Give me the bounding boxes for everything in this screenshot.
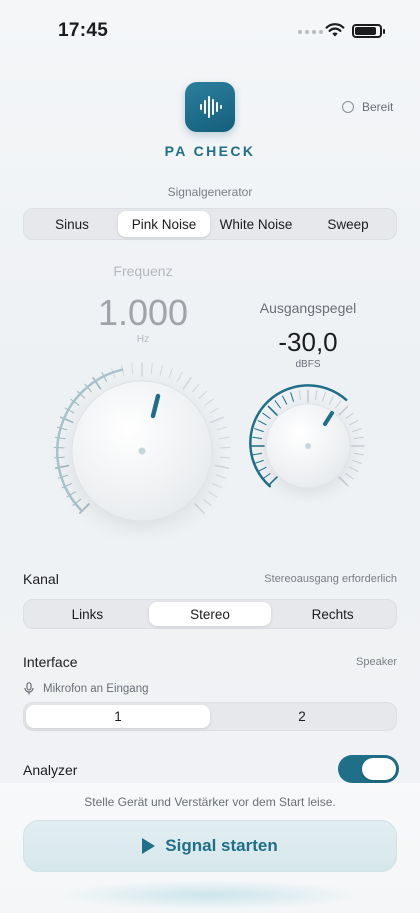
scale-tick (262, 412, 271, 419)
scale-tick (218, 436, 230, 440)
scale-tick (254, 428, 264, 432)
scale-tick (352, 460, 362, 464)
wifi-icon (325, 23, 345, 37)
segment-white-noise[interactable]: White Noise (210, 211, 302, 237)
segment-sweep[interactable]: Sweep (302, 211, 394, 237)
segment-sinus[interactable]: Sinus (26, 211, 118, 237)
scale-tick (290, 392, 294, 402)
scale-tick (150, 363, 153, 374)
interface-label: Interface (23, 654, 78, 670)
scale-tick (252, 452, 263, 456)
scale-tick (254, 460, 264, 464)
scale-tick (215, 474, 227, 479)
analyzer-toggle-thumb (362, 758, 396, 780)
segment-input-2[interactable]: 2 (210, 705, 394, 728)
scale-tick (194, 503, 205, 514)
scale-tick (202, 498, 212, 506)
scale-tick (335, 400, 342, 409)
scale-tick (252, 436, 263, 440)
mic-input-label: Mikrofon an Eingang (43, 682, 149, 695)
status-time: 17:45 (58, 20, 109, 41)
channel-note: Stereoausgang erforderlich (264, 573, 397, 585)
scale-tick (216, 426, 228, 431)
frequency-unit: Hz (136, 334, 150, 345)
signal-dots-icon (298, 30, 323, 34)
status-label: Bereit (362, 100, 394, 114)
signal-generator-label: Signalgenerator (167, 185, 253, 199)
battery-icon (352, 24, 385, 38)
scale-tick (56, 426, 68, 431)
scale-tick (345, 473, 354, 480)
channel-label: Kanal (23, 571, 59, 587)
analyzer-label: Analyzer (23, 762, 78, 778)
signal-type-segmented-control: Sinus Pink Noise White Noise Sweep (23, 208, 397, 240)
segment-rechts[interactable]: Rechts (271, 602, 394, 626)
scale-tick (209, 407, 220, 414)
scale-tick (267, 476, 278, 487)
segment-links[interactable]: Links (26, 602, 149, 626)
scale-tick (176, 372, 183, 382)
scale-tick (349, 420, 359, 426)
scale-tick (298, 390, 302, 401)
status-indicator: Bereit (342, 100, 393, 114)
scale-tick (352, 428, 362, 432)
scale-tick (349, 466, 359, 472)
analyzer-toggle[interactable] (338, 755, 399, 783)
scale-tick (328, 395, 334, 405)
start-signal-button[interactable]: Signal starten (23, 820, 397, 872)
scale-tick (353, 452, 364, 456)
output-level-value: -30,0 (278, 327, 338, 357)
segment-input-1[interactable]: 1 (26, 705, 210, 728)
output-level-knob[interactable] (243, 380, 373, 502)
scale-tick (338, 476, 349, 487)
scale-tick (182, 376, 192, 390)
volume-hint: Stelle Gerät und Verstärker vor dem Star… (84, 795, 336, 809)
scale-tick (282, 395, 288, 405)
segment-pink-noise[interactable]: Pink Noise (118, 211, 210, 237)
segment-stereo[interactable]: Stereo (148, 602, 272, 626)
scale-tick (314, 390, 318, 401)
channel-segmented-control: Links Stereo Rechts (23, 599, 397, 629)
scale-tick (168, 367, 173, 379)
app-logo (185, 82, 235, 132)
scale-tick (192, 383, 200, 393)
scale-tick (353, 436, 364, 440)
microphone-icon (24, 682, 34, 695)
scale-tick (322, 392, 326, 402)
scale-tick (214, 464, 230, 469)
scale-tick (257, 466, 267, 472)
scale-tick (212, 483, 223, 489)
scale-tick (131, 363, 134, 374)
waveform-icon (200, 96, 222, 118)
scale-tick (210, 416, 225, 424)
play-icon (142, 838, 156, 854)
scale-tick (267, 405, 278, 416)
frequency-knob[interactable] (40, 350, 246, 540)
home-indicator-glow (60, 880, 360, 910)
scale-tick (338, 405, 349, 416)
frequency-label: Frequenz (113, 263, 173, 279)
scale-tick (208, 491, 218, 498)
scale-tick (262, 473, 271, 480)
interface-value: Speaker (356, 656, 397, 668)
scale-tick (198, 390, 208, 399)
output-level-label: Ausgangspegel (259, 300, 357, 316)
status-circle-icon (342, 101, 354, 113)
scale-tick (274, 400, 281, 409)
scale-tick (204, 398, 214, 406)
start-signal-label: Signal starten (165, 836, 278, 855)
input-segmented-control: 1 2 (23, 702, 397, 731)
scale-tick (257, 420, 267, 426)
scale-tick (219, 456, 231, 459)
scale-tick (53, 456, 65, 459)
app-title: PA CHECK (164, 143, 256, 159)
frequency-value: 1.000 (97, 292, 189, 333)
output-level-unit: dBFS (295, 359, 321, 370)
scale-tick (159, 364, 163, 376)
scale-tick (345, 412, 354, 419)
scale-tick (54, 436, 66, 440)
mic-input-hint: Mikrofon an Eingang (24, 682, 148, 695)
